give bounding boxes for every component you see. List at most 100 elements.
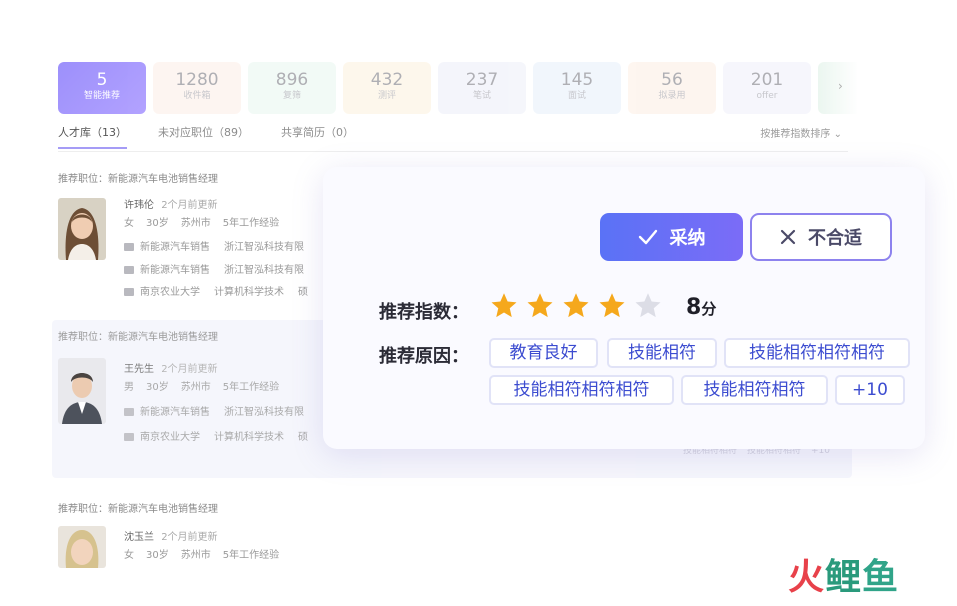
briefcase-icon — [124, 408, 134, 416]
stat-tab-to-hire[interactable]: 56 拟录用 — [628, 62, 716, 114]
more-reasons-tag[interactable]: +10 — [835, 375, 905, 405]
education-row: 南京农业大学 计算机科学技术 硕 — [124, 283, 308, 298]
job-title: 新能源汽车销售 — [140, 407, 210, 418]
stat-label: 笔试 — [472, 91, 491, 101]
major: 计算机科学技术 — [214, 287, 284, 298]
reason-tag[interactable]: 教育良好 — [489, 338, 598, 368]
tab-unmatched[interactable]: 未对应职位（89） — [158, 124, 249, 140]
stat-label: 收件箱 — [183, 91, 211, 101]
city: 苏州市 — [180, 218, 211, 229]
star-filled-icon — [599, 293, 625, 318]
stat-tab-offer[interactable]: 201 offer — [723, 62, 811, 114]
major: 计算机科学技术 — [214, 432, 284, 443]
reasons-label: 推荐原因： — [379, 346, 469, 367]
logo-char: 鱼 — [862, 557, 900, 598]
score-number: 8 — [686, 295, 702, 320]
stat-tab-inbox[interactable]: 1280 收件箱 — [153, 62, 241, 114]
reject-button[interactable]: 不合适 — [750, 213, 892, 261]
stat-count: 201 — [750, 70, 784, 90]
reason-tag[interactable]: 技能相符 — [607, 338, 717, 368]
company: 浙江智泓科技有限 — [224, 242, 304, 253]
update-time: 2个月前更新 — [161, 200, 218, 211]
stat-count: 56 — [661, 70, 683, 90]
city: 苏州市 — [180, 382, 211, 393]
degree: 硕 — [298, 432, 308, 443]
score-value: 8分 — [686, 295, 716, 320]
job-title: 新能源汽车销售 — [140, 265, 210, 276]
stat-label: 智能推荐 — [83, 91, 120, 101]
recommended-position: 推荐职位：新能源汽车电池销售经理 — [58, 174, 218, 185]
stat-tab-assessment[interactable]: 432 测评 — [343, 62, 431, 114]
stat-count: 896 — [275, 70, 309, 90]
experience: 5年工作经验 — [222, 550, 280, 561]
stat-tab-recommend[interactable]: 5 智能推荐 — [58, 62, 146, 114]
tab-talent-pool[interactable]: 人才库（13） — [58, 124, 127, 149]
stat-tab-rescreen[interactable]: 896 复筛 — [248, 62, 336, 114]
job-title: 新能源汽车销售 — [140, 242, 210, 253]
reason-tag[interactable]: 技能相符相符相符 — [724, 338, 910, 368]
stats-next-button[interactable]: › — [818, 62, 858, 114]
candidate-name[interactable]: 许玮伦 — [124, 200, 154, 211]
recommended-position: 推荐职位：新能源汽车电池销售经理 — [58, 332, 218, 343]
school: 南京农业大学 — [140, 432, 200, 443]
stat-tab-written-test[interactable]: 237 笔试 — [438, 62, 526, 114]
logo-char: 火 — [788, 557, 826, 598]
accept-button[interactable]: 采纳 — [600, 213, 743, 261]
graduation-cap-icon — [124, 433, 134, 441]
candidate-basic-info: 女 30岁 苏州市 5年工作经验 — [124, 546, 279, 561]
tab-shared-resumes[interactable]: 共享简历（0） — [281, 124, 354, 140]
reason-tag[interactable]: 技能相符相符 — [681, 375, 828, 405]
recommended-position: 推荐职位：新能源汽车电池销售经理 — [58, 504, 218, 515]
sort-label: 按推荐指数排序 — [760, 129, 831, 140]
star-empty-icon — [635, 293, 661, 318]
accept-label: 采纳 — [669, 228, 706, 249]
update-time: 2个月前更新 — [161, 364, 218, 375]
chevron-right-icon: › — [838, 79, 843, 93]
candidate-name[interactable]: 王先生 — [124, 364, 154, 375]
candidate-card[interactable]: 推荐职位：新能源汽车电池销售经理 沈玉兰 2个月前更新 女 30岁 苏州市 5年工作经… — [52, 492, 852, 572]
stat-count: 432 — [370, 70, 404, 90]
close-icon — [780, 229, 796, 245]
reject-label: 不合适 — [808, 228, 862, 249]
school: 南京农业大学 — [140, 287, 200, 298]
age: 30岁 — [146, 550, 169, 561]
stat-label: offer — [756, 91, 778, 101]
chevron-down-icon: ⌄ — [833, 129, 842, 140]
star-filled-icon — [491, 293, 517, 318]
stat-label: 复筛 — [282, 91, 301, 101]
star-filled-icon — [527, 293, 553, 318]
candidate-name-row: 沈玉兰 2个月前更新 — [124, 528, 218, 543]
briefcase-icon — [124, 266, 134, 274]
education-row: 南京农业大学 计算机科学技术 硕 — [124, 428, 308, 443]
check-icon — [638, 229, 657, 245]
company: 浙江智泓科技有限 — [224, 265, 304, 276]
experience: 5年工作经验 — [222, 218, 280, 229]
gender: 女 — [124, 218, 134, 229]
experience: 5年工作经验 — [222, 382, 280, 393]
rating-stars — [489, 291, 663, 321]
candidate-basic-info: 女 30岁 苏州市 5年工作经验 — [124, 214, 279, 229]
brand-logo-watermark: 火鲤鱼 — [788, 558, 899, 598]
score-unit: 分 — [701, 300, 717, 318]
list-subtabs: 人才库（13） 未对应职位（89） 共享简历（0） 按推荐指数排序 ⌄ — [58, 122, 848, 152]
logo-char: 鲤 — [825, 557, 863, 598]
work-experience-row: 新能源汽车销售 浙江智泓科技有限 — [124, 403, 304, 418]
reason-tag[interactable]: 技能相符相符相符 — [489, 375, 674, 405]
score-label: 推荐指数： — [379, 302, 469, 323]
star-filled-icon — [563, 293, 589, 318]
candidate-name[interactable]: 沈玉兰 — [124, 532, 154, 543]
age: 30岁 — [146, 382, 169, 393]
candidate-name-row: 许玮伦 2个月前更新 — [124, 196, 218, 211]
stat-tab-interview[interactable]: 145 面试 — [533, 62, 621, 114]
city: 苏州市 — [180, 550, 211, 561]
briefcase-icon — [124, 243, 134, 251]
sort-dropdown[interactable]: 按推荐指数排序 ⌄ — [760, 125, 842, 140]
candidate-basic-info: 男 30岁 苏州市 5年工作经验 — [124, 378, 279, 393]
age: 30岁 — [146, 218, 169, 229]
stat-label: 拟录用 — [658, 91, 686, 101]
avatar — [58, 358, 106, 424]
gender: 女 — [124, 550, 134, 561]
avatar — [58, 526, 106, 568]
stat-count: 237 — [465, 70, 499, 90]
graduation-cap-icon — [124, 288, 134, 296]
